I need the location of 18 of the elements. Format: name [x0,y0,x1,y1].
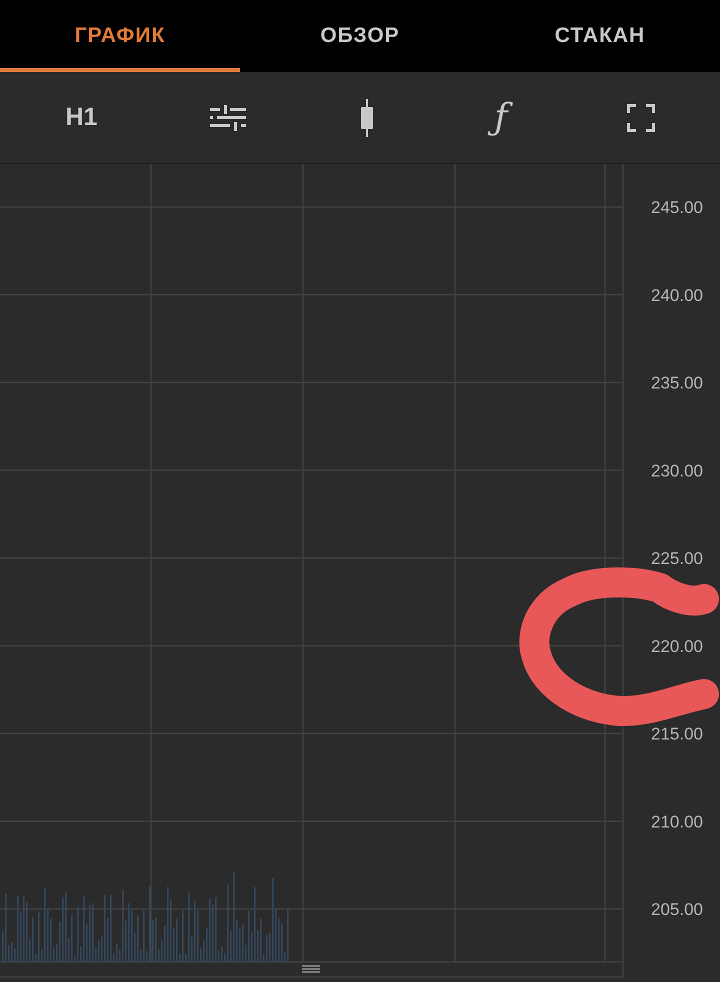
price-label: 215.00 [651,724,703,744]
price-label: 245.00 [651,198,703,217]
price-label: 210.00 [651,812,703,832]
tab[interactable]: ГРАФИК [0,0,240,72]
price-label: 230.00 [651,461,703,480]
function-button[interactable]: ƒ [486,94,516,142]
price-label: 225.00 [651,549,703,568]
price-label: 220.00 [651,636,703,656]
candlestick-icon[interactable] [359,98,376,136]
price-label: 205.00 [651,900,703,919]
price-label: 235.00 [651,374,703,392]
resize-handle-icon[interactable] [302,965,320,973]
timeframe-button[interactable]: H1 [65,103,98,132]
price-label: 240.00 [651,286,703,305]
tab[interactable]: СТАКАН [480,0,720,72]
settings-icon[interactable] [208,104,248,132]
fullscreen-icon[interactable] [626,104,655,132]
tab[interactable]: ОБЗОР [240,0,480,72]
